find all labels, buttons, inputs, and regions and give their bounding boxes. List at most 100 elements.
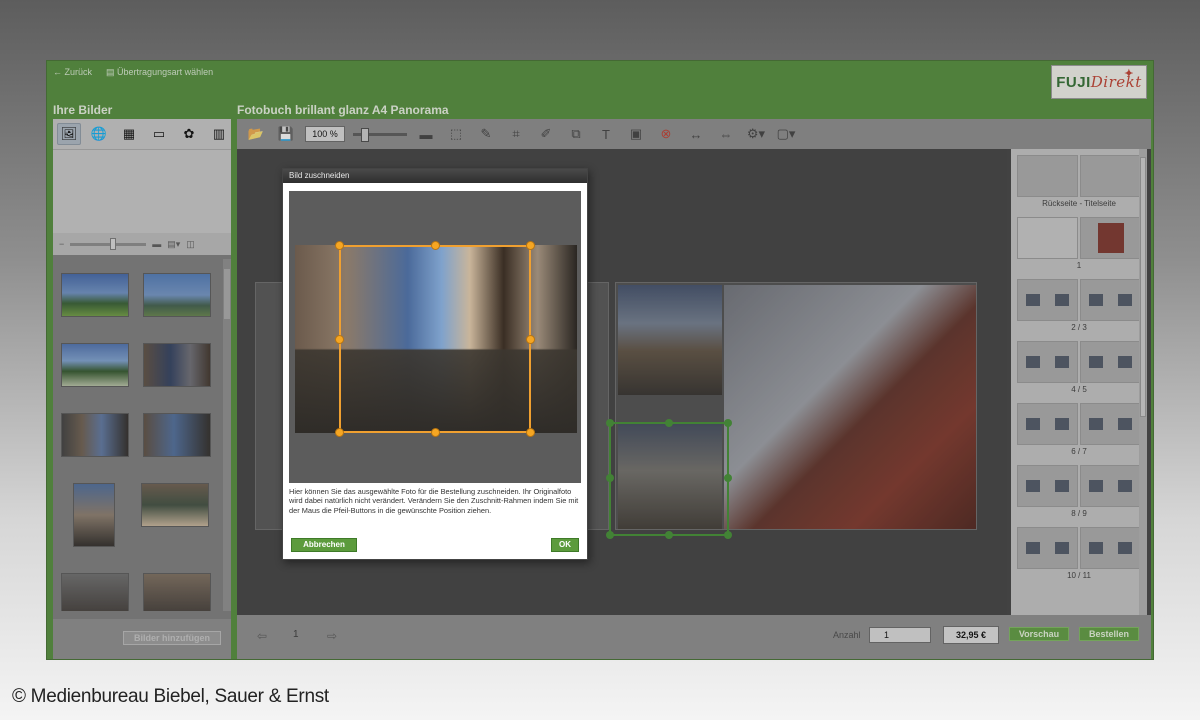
pages-overview: Rückseite - Titelseite 1 2 / 3 4 / 5 6 /… <box>1011 149 1147 615</box>
edit-icon[interactable]: ✐ <box>535 124 557 144</box>
resize-icon[interactable]: ⇔ <box>715 124 737 144</box>
delete-icon[interactable]: ⊗ <box>655 124 677 144</box>
price-display: 32,95 € <box>943 626 999 644</box>
image-thumbnail[interactable] <box>73 483 115 547</box>
online-source-icon[interactable]: 🌐 <box>87 123 111 145</box>
current-page: 1 <box>293 629 299 640</box>
image-thumbnail[interactable] <box>61 273 129 317</box>
resize-handle[interactable] <box>665 419 673 427</box>
crop-handle[interactable] <box>526 335 535 344</box>
top-links: ← Zurück ▤ Übertragungsart wählen <box>53 67 213 81</box>
image-thumbnail[interactable] <box>143 273 211 317</box>
crop-icon[interactable]: ⌗ <box>505 124 527 144</box>
crop-handle[interactable] <box>335 241 344 250</box>
frame-icon[interactable]: ▭ <box>147 123 171 145</box>
cancel-button[interactable]: Abbrechen <box>291 538 357 552</box>
image-thumbnail[interactable] <box>143 343 211 387</box>
view-mode-icon[interactable]: ▤▾ <box>167 239 180 250</box>
image-thumbnail[interactable] <box>61 343 129 387</box>
image-thumbnail[interactable] <box>143 573 211 611</box>
app-window: ← Zurück ▤ Übertragungsart wählen FUJI Di… <box>46 60 1154 660</box>
order-button[interactable]: Bestellen <box>1079 627 1139 641</box>
crop-handle[interactable] <box>335 335 344 344</box>
open-folder-icon[interactable]: 📂 <box>245 124 267 144</box>
pages-scrollbar[interactable] <box>1139 149 1147 615</box>
ok-button[interactable]: OK <box>551 538 579 552</box>
images-panel: 🖼 🌐 ▦ ▭ ✿ ▥ − ▬ ▤▾ ◫ Bilder hinzufügen <box>53 119 231 659</box>
spread-thumbnail[interactable]: 8 / 9 <box>1017 465 1141 521</box>
crop-frame[interactable] <box>335 241 535 437</box>
resize-handle[interactable] <box>606 474 614 482</box>
crop-instructions: Hier können Sie das ausgewählte Foto für… <box>289 487 579 515</box>
image-thumbnail[interactable] <box>141 483 209 527</box>
add-images-button[interactable]: Bilder hinzufügen <box>123 631 221 645</box>
images-title: Ihre Bilder <box>53 103 113 117</box>
crop-handle[interactable] <box>526 428 535 437</box>
zoom-out-icon[interactable]: − <box>59 239 64 249</box>
crop-handle[interactable] <box>431 428 440 437</box>
dialog-title: Bild zuschneiden <box>283 169 587 183</box>
layout-icon[interactable]: ▥ <box>207 123 231 145</box>
product-title: Fotobuch brillant glanz A4 Panorama <box>237 103 449 117</box>
logo-star-icon: ✦ <box>1124 68 1134 80</box>
photo-golden-gate[interactable] <box>724 285 976 529</box>
background-icon[interactable]: ▦ <box>117 123 141 145</box>
spread-thumbnail[interactable]: 2 / 3 <box>1017 279 1141 335</box>
crop-preview-area <box>289 191 581 483</box>
resize-handle[interactable] <box>724 531 732 539</box>
tab-content-area <box>53 149 231 233</box>
frame-style-icon[interactable]: ▢▾ <box>775 124 797 144</box>
spread-thumbnail[interactable]: 10 / 11 <box>1017 527 1141 583</box>
copyright-caption: © Medienbureau Biebel, Sauer & Ernst <box>12 686 329 707</box>
resize-handle[interactable] <box>606 531 614 539</box>
quantity-stepper[interactable]: 1 <box>869 627 931 643</box>
zoom-slider[interactable] <box>353 127 407 142</box>
editor-toolbar: 📂 💾 100 % ▬ ⬚ ✎ ⌗ ✐ ⧉ T ▣ ⊗ ↔ ⇔ ⚙▾ ▢▾ <box>237 119 1151 149</box>
thumbnail-zoom: − ▬ ▤▾ ◫ <box>53 233 231 255</box>
thumbnails-scrollbar[interactable] <box>223 259 231 611</box>
sort-icon[interactable]: ◫ <box>186 239 195 250</box>
quantity-label: Anzahl <box>833 630 861 640</box>
resize-handle[interactable] <box>724 419 732 427</box>
magic-wand-icon[interactable]: ✎ <box>475 124 497 144</box>
resize-handle[interactable] <box>665 531 673 539</box>
image-source-tabs: 🖼 🌐 ▦ ▭ ✿ ▥ <box>53 119 231 149</box>
transfer-link[interactable]: ▤ Übertragungsart wählen <box>106 67 213 81</box>
crop-handle[interactable] <box>335 428 344 437</box>
zoom-in-icon[interactable]: ▬ <box>415 124 437 144</box>
crop-handle[interactable] <box>526 241 535 250</box>
image-thumbnail[interactable] <box>61 413 129 457</box>
clipart-icon[interactable]: ✿ <box>177 123 201 145</box>
zoom-level-field[interactable]: 100 % <box>305 126 345 142</box>
photo-cable-car[interactable] <box>618 285 722 395</box>
thumbnail-size-slider[interactable] <box>70 237 147 250</box>
previous-page-icon[interactable]: ⇦ <box>257 629 267 643</box>
crop-dialog: Bild zuschneiden Hier können Sie das aus… <box>282 168 588 560</box>
images-footer: Bilder hinzufügen <box>53 619 231 659</box>
select-icon[interactable]: ⬚ <box>445 124 467 144</box>
layout-icon[interactable]: ▣ <box>625 124 647 144</box>
image-thumbnails <box>53 259 223 611</box>
editor-footer: ⇦ 1 ⇨ Anzahl 1 32,95 € Vorschau Bestelle… <box>237 615 1151 659</box>
spread-thumbnail[interactable]: 1 <box>1017 217 1141 273</box>
save-icon[interactable]: 💾 <box>275 124 297 144</box>
settings-icon[interactable]: ⚙▾ <box>745 124 767 144</box>
preview-button[interactable]: Vorschau <box>1009 627 1069 641</box>
resize-handle[interactable] <box>724 474 732 482</box>
back-link[interactable]: ← Zurück <box>53 67 92 81</box>
computer-source-icon[interactable]: 🖼 <box>57 123 81 145</box>
spread-thumbnail[interactable]: Rückseite - Titelseite <box>1017 155 1141 211</box>
text-icon[interactable]: T <box>595 124 617 144</box>
zoom-in-icon[interactable]: ▬ <box>152 239 161 249</box>
selected-photo-frame[interactable] <box>606 419 732 539</box>
swap-icon[interactable]: ↔ <box>685 124 707 144</box>
spread-thumbnail[interactable]: 4 / 5 <box>1017 341 1141 397</box>
image-thumbnail[interactable] <box>143 413 211 457</box>
image-thumbnail[interactable] <box>61 573 129 611</box>
next-page-icon[interactable]: ⇨ <box>327 629 337 643</box>
arrange-icon[interactable]: ⧉ <box>565 124 587 144</box>
spread-thumbnail[interactable]: 6 / 7 <box>1017 403 1141 459</box>
resize-handle[interactable] <box>606 419 614 427</box>
crop-handle[interactable] <box>431 241 440 250</box>
fujidirekt-logo: FUJI Direkt ✦ <box>1051 65 1147 99</box>
